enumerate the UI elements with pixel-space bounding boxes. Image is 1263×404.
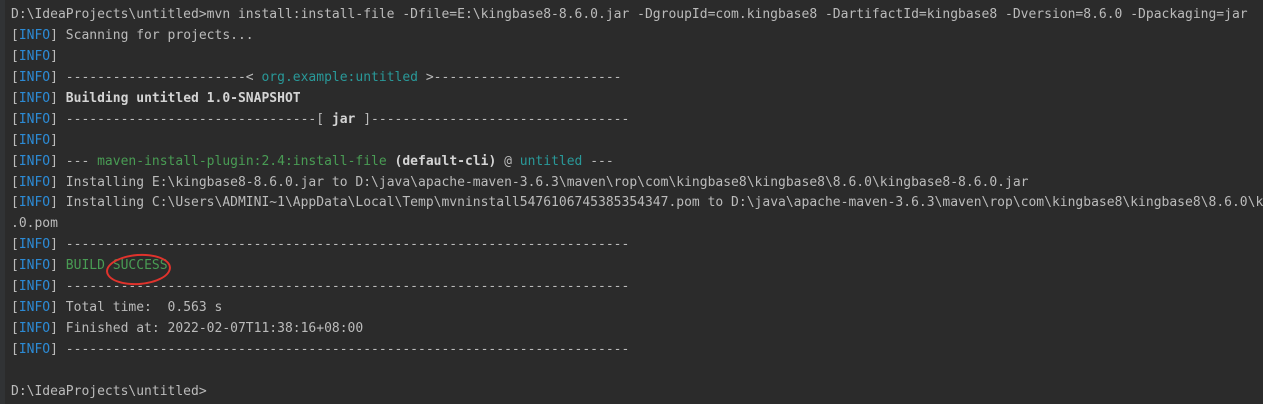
info-tag: INFO [18, 258, 51, 274]
log-line: [INFO] Installing E:\kingbase8-8.6.0.jar… [11, 174, 1029, 190]
log-line: [INFO] Total time: 0.563 s [11, 300, 223, 316]
success-word: SUCCESS [112, 258, 168, 274]
info-tag: INFO [18, 195, 51, 211]
plugin-execution: (default-cli) [394, 153, 497, 169]
command-text: D:\IdeaProjects\untitled>mvn install:ins… [11, 7, 1248, 22]
info-tag: INFO [18, 90, 51, 106]
log-line: [INFO] BUILD SUCCESS [11, 252, 1263, 288]
log-line: [INFO] ---------------------------------… [11, 237, 630, 253]
info-tag: INFO [18, 111, 51, 127]
log-line: [INFO] Building untitled 1.0-SNAPSHOT [11, 90, 301, 106]
build-word: BUILD [65, 258, 105, 274]
dash-left: -----------------------< [57, 69, 262, 85]
info-tag: INFO [18, 27, 51, 43]
info-tag: INFO [18, 69, 51, 85]
building-text: Building untitled 1.0-SNAPSHOT [65, 90, 301, 106]
plugin-suffix: --- [582, 153, 614, 169]
terminal-output[interactable]: D:\IdeaProjects\untitled>mvn install:ins… [0, 0, 1263, 404]
packaging-text: jar [331, 111, 356, 127]
project-id: org.example:untitled [261, 69, 419, 85]
info-tag: INFO [18, 321, 51, 337]
info-tag: INFO [18, 300, 51, 316]
build-success: SUCCESS [104, 252, 172, 288]
prompt-text: D:\IdeaProjects\untitled> [11, 383, 207, 399]
dash-right: >------------------------ [418, 69, 622, 85]
info-tag: INFO [18, 174, 51, 190]
separator: ----------------------------------------… [57, 342, 630, 357]
log-text: Installing C:\Users\ADMINI~1\AppData\Loc… [57, 195, 1263, 211]
log-line: [INFO] ---------------------------------… [11, 342, 630, 357]
log-line: [INFO] ---------------------------------… [11, 279, 630, 295]
jar-dash-left: --------------------------------[ [57, 111, 332, 127]
info-tag: INFO [18, 153, 51, 169]
log-line-wrap: .0.pom [11, 214, 1263, 235]
total-time: Total time: 0.563 s [57, 300, 223, 316]
log-text: .0.pom [11, 216, 58, 232]
plugin-project: untitled [519, 153, 583, 169]
info-tag: INFO [18, 48, 51, 64]
log-line: [INFO] [11, 48, 58, 64]
info-tag: INFO [18, 132, 51, 148]
info-tag: INFO [18, 342, 51, 357]
terminal-gutter [0, 0, 5, 404]
log-text: Scanning for projects... [57, 27, 254, 43]
info-tag: INFO [18, 237, 51, 253]
finished-at: Finished at: 2022-02-07T11:38:16+08:00 [57, 321, 364, 337]
log-line: [INFO] Scanning for projects... [11, 27, 254, 43]
log-line: [INFO] [11, 132, 58, 148]
prompt-line[interactable]: D:\IdeaProjects\untitled> [11, 382, 1263, 403]
empty-line [11, 361, 1263, 382]
log-line: [INFO] Finished at: 2022-02-07T11:38:16+… [11, 321, 364, 337]
separator: ----------------------------------------… [57, 237, 630, 253]
separator: ----------------------------------------… [57, 279, 630, 295]
log-line: [INFO] -----------------------< org.exam… [11, 69, 622, 85]
log-text: Installing E:\kingbase8-8.6.0.jar to D:\… [57, 174, 1029, 190]
plugin-name: maven-install-plugin:2.4:install-file [97, 153, 387, 169]
log-line: [INFO] --- maven-install-plugin:2.4:inst… [11, 153, 614, 169]
terminal-lines: D:\IdeaProjects\untitled>mvn install:ins… [11, 5, 1263, 403]
log-line: [INFO] Installing C:\Users\ADMINI~1\AppD… [11, 193, 1263, 214]
command-line: D:\IdeaProjects\untitled>mvn install:ins… [11, 5, 1263, 26]
plugin-at: @ [496, 153, 520, 169]
info-tag: INFO [18, 279, 51, 295]
plugin-prefix: --- [57, 153, 98, 169]
jar-dash-right: ]--------------------------------- [355, 111, 630, 127]
log-line: [INFO] --------------------------------[… [11, 111, 630, 127]
